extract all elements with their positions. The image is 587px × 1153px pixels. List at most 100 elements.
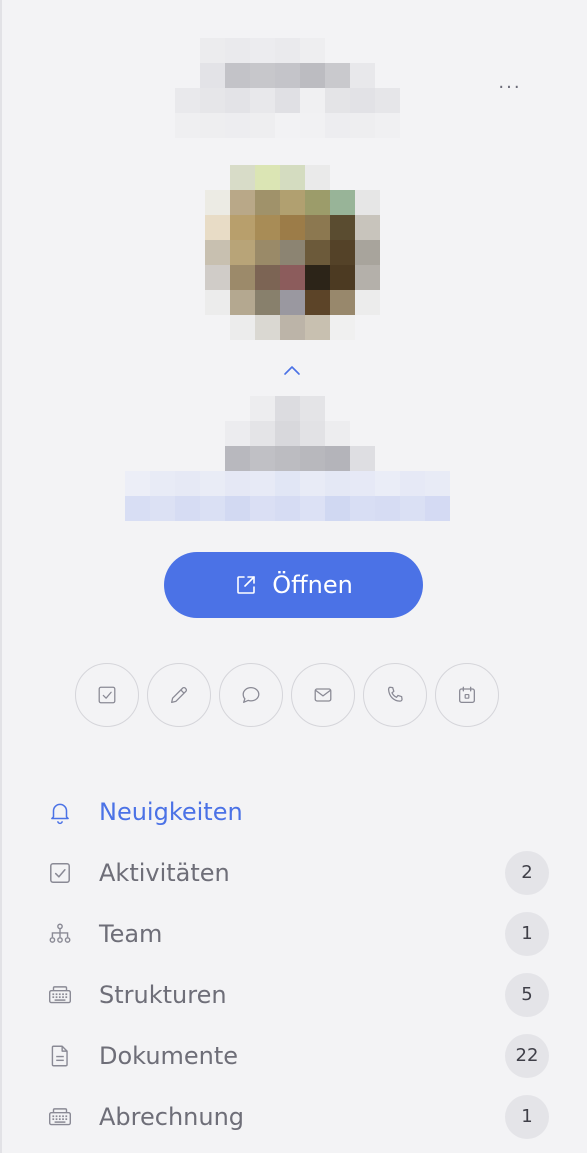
mosaic-cell bbox=[350, 496, 375, 521]
calendar-icon bbox=[459, 686, 475, 703]
mosaic-cell bbox=[200, 471, 225, 496]
mosaic-cell bbox=[150, 471, 175, 496]
mosaic-cell bbox=[300, 496, 325, 521]
mosaic-cell bbox=[400, 471, 425, 496]
mosaic-cell bbox=[255, 190, 280, 215]
menu-item-team[interactable]: Team 1 bbox=[0, 903, 587, 964]
mosaic-cell bbox=[305, 315, 330, 340]
mosaic-cell bbox=[350, 113, 375, 138]
mosaic-cell bbox=[280, 265, 305, 290]
mosaic-cell bbox=[255, 315, 280, 340]
document-icon bbox=[47, 1043, 73, 1069]
menu-item-abrechnung[interactable]: Abrechnung 1 bbox=[0, 1086, 587, 1147]
mosaic-cell bbox=[280, 165, 305, 190]
open-button[interactable]: Öffnen bbox=[164, 552, 423, 618]
mosaic-cell bbox=[350, 63, 375, 88]
quick-actions bbox=[75, 663, 499, 727]
menu-item-label: Aktivitäten bbox=[99, 858, 230, 887]
mosaic-cell bbox=[325, 421, 350, 446]
mosaic-cell bbox=[275, 38, 300, 63]
mosaic-cell bbox=[350, 471, 375, 496]
mosaic-cell bbox=[175, 88, 200, 113]
mosaic-cell bbox=[305, 215, 330, 240]
mosaic-cell bbox=[375, 88, 400, 113]
mosaic-cell bbox=[275, 88, 300, 113]
external-link-icon bbox=[234, 573, 258, 597]
menu-item-dokumente[interactable]: Dokumente 22 bbox=[0, 1025, 587, 1086]
keyboard-icon bbox=[47, 1104, 73, 1130]
mosaic-cell bbox=[250, 496, 275, 521]
mosaic-cell bbox=[300, 113, 325, 138]
count-badge: 22 bbox=[505, 1033, 549, 1078]
menu-item-label: Neuigkeiten bbox=[99, 797, 243, 826]
mosaic-cell bbox=[275, 471, 300, 496]
mosaic-cell bbox=[205, 290, 230, 315]
envelope-icon bbox=[314, 688, 332, 702]
mosaic-cell bbox=[305, 290, 330, 315]
mosaic-cell bbox=[230, 265, 255, 290]
mosaic-cell bbox=[355, 190, 380, 215]
mosaic-cell bbox=[355, 265, 380, 290]
mosaic-cell bbox=[205, 190, 230, 215]
count-badge: 2 bbox=[505, 850, 549, 895]
count-badge: 5 bbox=[505, 972, 549, 1017]
mosaic-cell bbox=[225, 446, 250, 471]
count-badge: 1 bbox=[505, 1094, 549, 1139]
mosaic-cell bbox=[375, 471, 400, 496]
mosaic-cell bbox=[205, 265, 230, 290]
mosaic-cell bbox=[255, 165, 280, 190]
mosaic-cell bbox=[275, 496, 300, 521]
menu-item-neuigkeiten[interactable]: Neuigkeiten bbox=[0, 781, 587, 842]
mosaic-cell bbox=[280, 315, 305, 340]
mosaic-cell bbox=[205, 215, 230, 240]
menu-item-strukturen[interactable]: Strukturen 5 bbox=[0, 964, 587, 1025]
menu-item-label: Abrechnung bbox=[99, 1102, 245, 1131]
mosaic-cell bbox=[305, 165, 330, 190]
mosaic-cell bbox=[255, 290, 280, 315]
mosaic-cell bbox=[300, 38, 325, 63]
mosaic-cell bbox=[305, 265, 330, 290]
checkbox-icon bbox=[98, 686, 116, 704]
mosaic-cell bbox=[280, 290, 305, 315]
mosaic-cell bbox=[230, 290, 255, 315]
mosaic-cell bbox=[200, 496, 225, 521]
count-badge: 1 bbox=[505, 911, 549, 956]
menu-item-label: Dokumente bbox=[99, 1041, 239, 1070]
mosaic-cell bbox=[225, 496, 250, 521]
comment-button[interactable] bbox=[219, 663, 283, 727]
menu-item-aktivitaeten[interactable]: Aktivitäten 2 bbox=[0, 842, 587, 903]
menu-item-label: Team bbox=[99, 919, 163, 948]
mosaic-cell bbox=[375, 113, 400, 138]
mosaic-cell bbox=[325, 471, 350, 496]
mosaic-cell bbox=[350, 446, 375, 471]
add-task-button[interactable] bbox=[75, 663, 139, 727]
mosaic-cell bbox=[330, 240, 355, 265]
call-button[interactable] bbox=[363, 663, 427, 727]
more-options-button[interactable]: ··· bbox=[488, 70, 532, 104]
mosaic-cell bbox=[300, 446, 325, 471]
mosaic-cell bbox=[280, 190, 305, 215]
mosaic-cell bbox=[230, 215, 255, 240]
mosaic-cell bbox=[225, 471, 250, 496]
mosaic-cell bbox=[250, 396, 275, 421]
edit-button[interactable] bbox=[147, 663, 211, 727]
mosaic-cell bbox=[125, 496, 150, 521]
mosaic-cell bbox=[175, 113, 200, 138]
mosaic-cell bbox=[400, 496, 425, 521]
schedule-button[interactable] bbox=[435, 663, 499, 727]
chevron-up-icon[interactable] bbox=[281, 360, 303, 382]
open-button-label: Öffnen bbox=[272, 571, 353, 599]
email-button[interactable] bbox=[291, 663, 355, 727]
mosaic-cell bbox=[200, 113, 225, 138]
mosaic-cell bbox=[225, 38, 250, 63]
chat-bubble-icon bbox=[242, 687, 260, 703]
mosaic-cell bbox=[255, 215, 280, 240]
mosaic-cell bbox=[250, 421, 275, 446]
mosaic-cell bbox=[330, 315, 355, 340]
checkbox-icon bbox=[47, 860, 73, 886]
mosaic-cell bbox=[200, 88, 225, 113]
mosaic-cell bbox=[275, 446, 300, 471]
mosaic-cell bbox=[300, 471, 325, 496]
mosaic-cell bbox=[425, 471, 450, 496]
mosaic-cell bbox=[200, 38, 225, 63]
